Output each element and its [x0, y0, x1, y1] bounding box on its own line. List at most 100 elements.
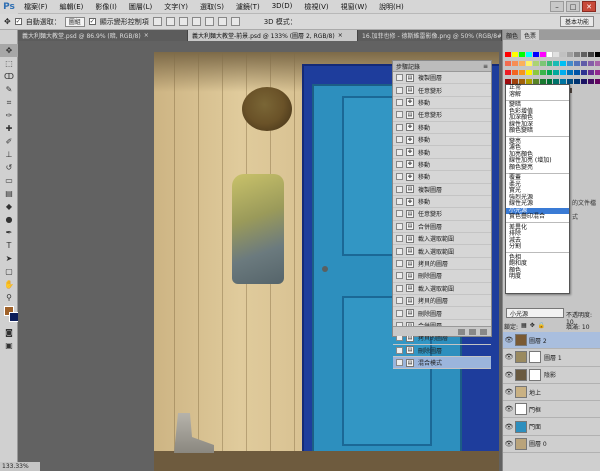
history-row[interactable]: ▤ 複製圖層	[393, 72, 491, 85]
history-brush-source-checkbox[interactable]	[396, 98, 403, 106]
trash-icon[interactable]	[480, 328, 487, 335]
lasso-tool-icon[interactable]: ↀ	[0, 70, 18, 83]
tab-color[interactable]: 顏色	[503, 30, 521, 40]
history-brush-source-checkbox[interactable]	[396, 148, 403, 156]
history-panel-header[interactable]: 步驟記錄 ≡	[393, 61, 491, 72]
visibility-eye-icon[interactable]: 👁	[503, 336, 515, 344]
type-tool-icon[interactable]: T	[0, 239, 18, 252]
swatch[interactable]	[574, 70, 581, 75]
layer-mask-thumbnail[interactable]	[529, 368, 541, 381]
swatch[interactable]	[546, 61, 553, 66]
history-row[interactable]: ▤ 混合模式	[393, 356, 491, 370]
lock-all-icon[interactable]: 🔒	[538, 322, 545, 331]
menu-item[interactable]: 濾鏡(T)	[230, 2, 266, 12]
close-window-icon[interactable]: ✕	[582, 1, 596, 12]
layer-thumbnail[interactable]	[515, 368, 527, 381]
swatch[interactable]	[588, 70, 595, 75]
history-brush-source-checkbox[interactable]	[396, 272, 403, 280]
tab-close-icon[interactable]: ×	[144, 32, 149, 39]
swatch[interactable]	[518, 52, 525, 57]
swatch[interactable]	[560, 52, 567, 57]
history-brush-source-checkbox[interactable]	[396, 235, 403, 243]
tab-swatches[interactable]: 色票	[521, 30, 540, 40]
swatch[interactable]	[511, 52, 518, 57]
visibility-eye-icon[interactable]: 👁	[503, 423, 515, 431]
visibility-eye-icon[interactable]: 👁	[503, 353, 515, 361]
swatch[interactable]	[588, 61, 595, 66]
fill-field[interactable]: 填滿: 10	[566, 322, 590, 331]
history-row[interactable]: ▤ 拷貝的圖層	[393, 295, 491, 308]
blend-mode-dropdown-list[interactable]: 正常 溶解 變暗 色彩增值 加深顏色 線性加深 顏色變暗 變亮 濾色 加亮顏色 線性加亮 (增加) 顏…	[505, 84, 570, 294]
menu-item[interactable]: 文字(Y)	[158, 2, 194, 12]
blend-mode-option[interactable]: 顏色變暗	[506, 127, 569, 135]
history-brush-source-checkbox[interactable]	[396, 260, 403, 268]
history-brush-source-checkbox[interactable]	[396, 346, 403, 354]
layer-thumbnail[interactable]	[515, 420, 527, 433]
history-row[interactable]: ▤ 刪除圖層	[393, 345, 491, 357]
move-tool-icon[interactable]: ✥	[4, 17, 11, 26]
menu-item[interactable]: 圖層(L)	[123, 2, 158, 12]
swatch[interactable]	[511, 70, 518, 75]
history-row[interactable]: ▤ 合併圖層	[393, 221, 491, 234]
pen-tool-icon[interactable]: ✒	[0, 226, 18, 239]
marquee-tool-icon[interactable]: ⬚	[0, 57, 18, 70]
auto-select-checkbox[interactable]: ✓	[14, 18, 22, 25]
swatch[interactable]	[581, 61, 588, 66]
tab-document[interactable]: 義大利麵大教堂.psd @ 86.9% (暗, RGB/8) ×	[18, 30, 188, 41]
history-row[interactable]: ▤ 載入選取範圍	[393, 245, 491, 258]
layer-thumbnail[interactable]	[515, 334, 527, 347]
swatch[interactable]	[595, 61, 600, 66]
swatch[interactable]	[511, 61, 518, 66]
shape-tool-icon[interactable]: ▢	[0, 265, 18, 278]
menu-item[interactable]: 編輯(E)	[54, 2, 90, 12]
blend-mode-option[interactable]: 實色疊印混合	[506, 213, 569, 221]
swatch[interactable]	[532, 52, 539, 57]
menu-item[interactable]: 說明(H)	[373, 2, 410, 12]
swatch[interactable]	[553, 52, 560, 57]
eyedropper-tool-icon[interactable]: ✑	[0, 109, 18, 122]
history-brush-source-checkbox[interactable]	[396, 173, 403, 181]
swatch[interactable]	[560, 70, 567, 75]
history-brush-source-checkbox[interactable]	[396, 247, 403, 255]
history-row[interactable]: ▤ 拷貝的圖層	[393, 258, 491, 271]
blend-mode-option[interactable]: 溶解	[506, 91, 569, 99]
swatch[interactable]	[518, 70, 525, 75]
swatch[interactable]	[532, 70, 539, 75]
workspace-button[interactable]: 基本功能	[559, 16, 594, 27]
swatch[interactable]	[525, 52, 532, 57]
color-swatches[interactable]	[0, 304, 19, 326]
swatch[interactable]	[581, 52, 588, 57]
lock-pixels-icon[interactable]: ▦	[521, 322, 527, 331]
swatch[interactable]	[553, 61, 560, 66]
history-brush-source-checkbox[interactable]	[396, 111, 403, 119]
layer-row[interactable]: 👁 陰影	[503, 367, 600, 384]
history-row[interactable]: ✥ 移動	[393, 134, 491, 147]
move-tool-icon[interactable]: ✥	[0, 44, 18, 57]
dodge-tool-icon[interactable]: ●	[0, 213, 18, 226]
history-brush-source-checkbox[interactable]	[396, 86, 403, 94]
history-menu-icon[interactable]: ≡	[483, 63, 488, 70]
swatch[interactable]	[574, 52, 581, 57]
new-document-icon[interactable]	[458, 328, 465, 335]
history-row[interactable]: ▤ 刪除圖層	[393, 270, 491, 283]
history-row[interactable]: ▤ 載入選取範圍	[393, 233, 491, 246]
swatch[interactable]	[505, 70, 511, 75]
stamp-tool-icon[interactable]: ⊥	[0, 148, 18, 161]
history-brush-source-checkbox[interactable]	[396, 185, 403, 193]
screen-mode-icon[interactable]: ▣	[0, 339, 18, 352]
history-row[interactable]: ✥ 移動	[393, 146, 491, 159]
auto-select-dropdown[interactable]: 圖組	[64, 16, 85, 27]
snapshot-icon[interactable]	[469, 328, 476, 335]
history-brush-source-checkbox[interactable]	[396, 160, 403, 168]
blend-mode-option[interactable]: 顏色變亮	[506, 164, 569, 172]
tab-document[interactable]: 義大利麵大教堂-前景.psd @ 133% (圖層 2, RGB/8) ×	[188, 30, 358, 41]
align-middle-icon[interactable]	[165, 17, 175, 26]
history-brush-icon[interactable]: ↺	[0, 161, 18, 174]
visibility-eye-icon[interactable]: 👁	[503, 388, 515, 396]
align-right-icon[interactable]	[217, 17, 227, 26]
quick-select-tool-icon[interactable]: ✎	[0, 83, 18, 96]
history-row[interactable]: ✥ 移動	[393, 122, 491, 134]
history-row[interactable]: ▤ 刪除圖層	[393, 307, 491, 320]
history-brush-source-checkbox[interactable]	[396, 359, 403, 367]
healing-tool-icon[interactable]: ✚	[0, 122, 18, 135]
